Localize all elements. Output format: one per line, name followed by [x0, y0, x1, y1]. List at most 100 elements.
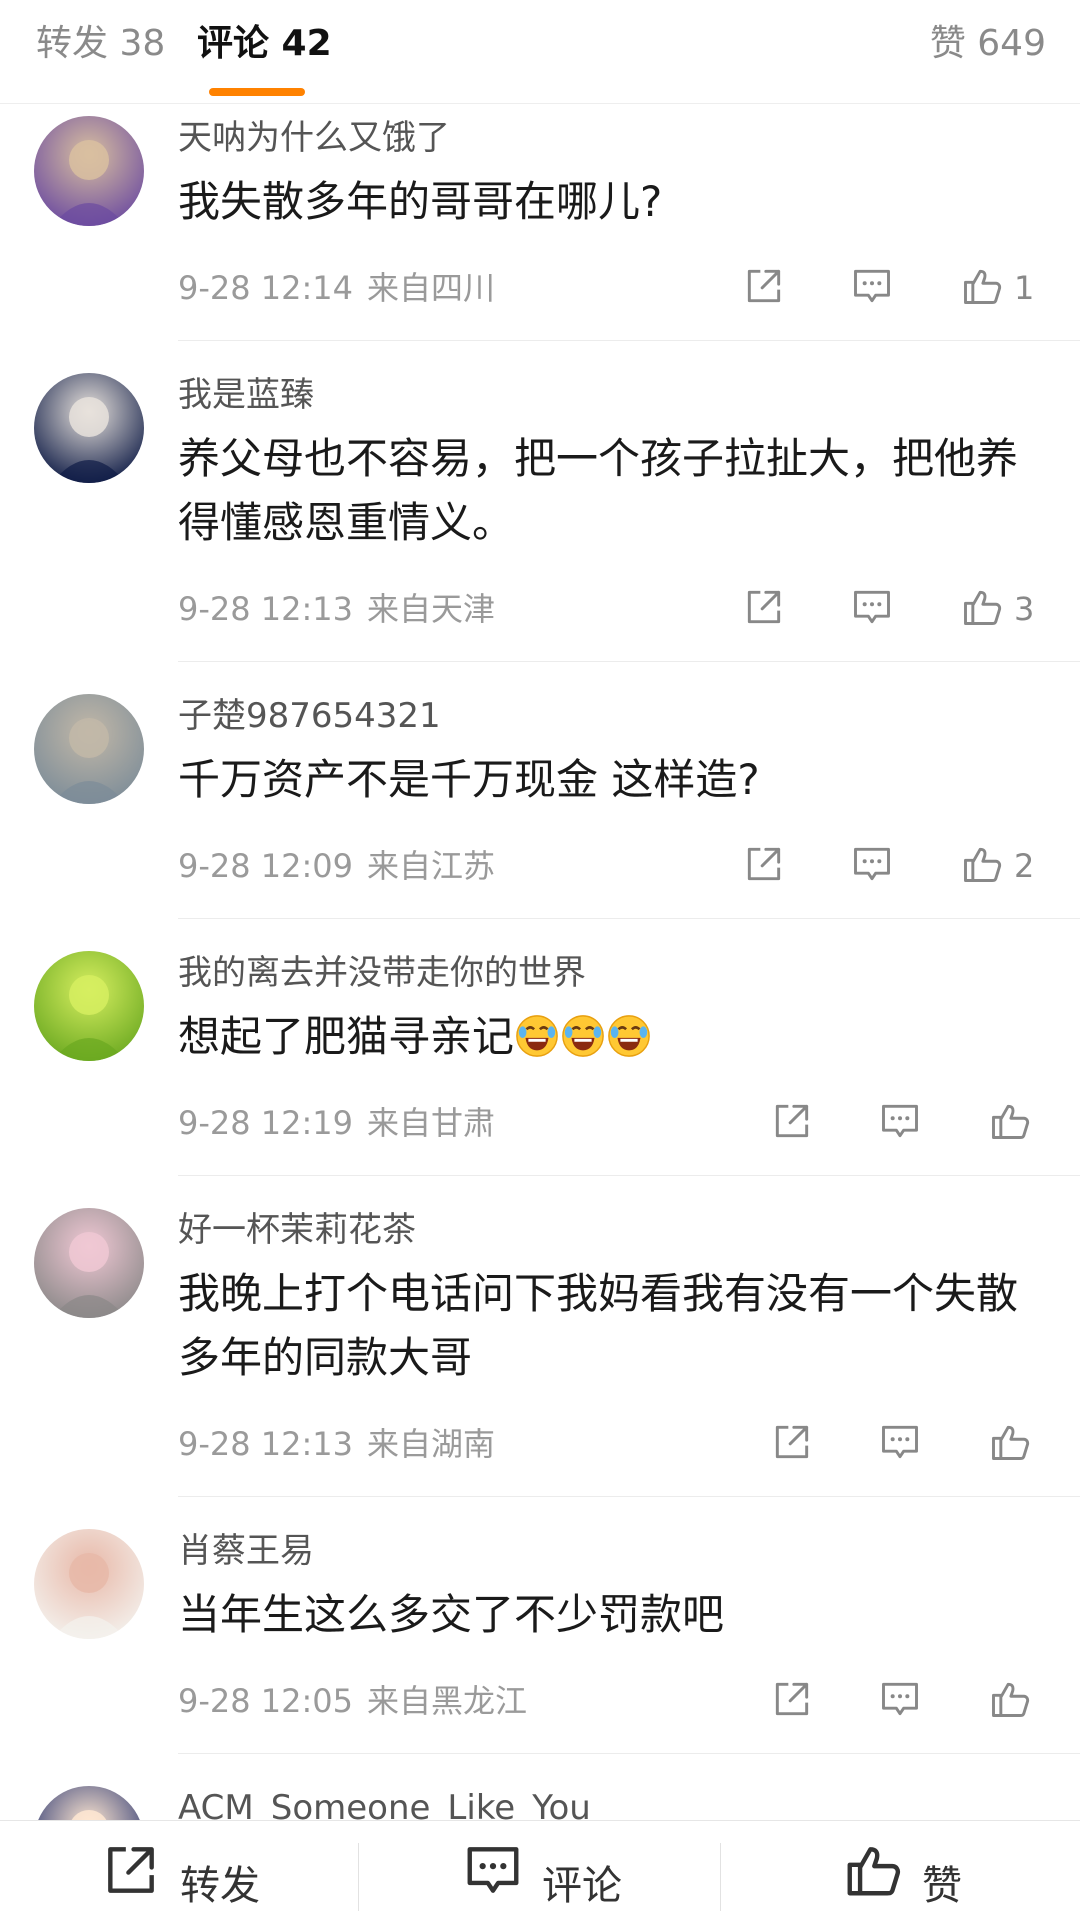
- reply-button[interactable]: [850, 583, 894, 635]
- avatar[interactable]: [34, 116, 144, 226]
- avatar[interactable]: [34, 1529, 144, 1639]
- comment-text-content: 当年生这么多交了不少罚款吧: [178, 1590, 725, 1639]
- comment-username[interactable]: 我的离去并没带走你的世界: [178, 951, 1044, 995]
- avatar[interactable]: [34, 373, 144, 483]
- share-button[interactable]: [770, 1097, 814, 1149]
- laugh-cry-emoji: [606, 1013, 652, 1059]
- laugh-cry-emoji: [560, 1013, 606, 1059]
- comment-meta: 9-28 12:14 来自四川 1: [178, 256, 1044, 320]
- comment-meta: 9-28 12:19 来自甘肃: [178, 1091, 1044, 1155]
- tab-like[interactable]: 赞 649: [930, 18, 1046, 70]
- toolbar-divider: [720, 1843, 721, 1911]
- tab-comment[interactable]: 评论 42: [197, 18, 332, 70]
- avatar[interactable]: [34, 951, 144, 1061]
- comment-item[interactable]: 天呐为什么又饿了我失散多年的哥哥在哪儿? 9-28 12:14 来自四川 1: [0, 104, 1080, 361]
- comment-icon: [467, 1847, 519, 1893]
- comment-icon: [878, 1420, 922, 1468]
- comment-timestamp: 9-28 12:13: [178, 1425, 354, 1463]
- avatar[interactable]: [34, 1208, 144, 1318]
- comment-label: 评论: [542, 1863, 622, 1909]
- comment-location: 来自甘肃: [367, 1104, 496, 1142]
- thumbs-up-icon: [988, 1677, 1032, 1725]
- comment-text: 当年生这么多交了不少罚款吧: [178, 1583, 1044, 1647]
- toolbar-divider: [358, 1843, 359, 1911]
- share-button[interactable]: [770, 1418, 814, 1470]
- comment-item[interactable]: 我是蓝臻养父母也不容易，把一个孩子拉扯大，把他养得懂感恩重情义。 9-28 12:…: [0, 361, 1080, 682]
- comment-item[interactable]: 好一杯茉莉花茶我晚上打个电话问下我妈看我有没有一个失散多年的同款大哥 9-28 1…: [0, 1196, 1080, 1517]
- comment-username[interactable]: ACM_Someone_Like_You: [178, 1786, 1044, 1820]
- like-button[interactable]: 赞: [842, 1833, 962, 1911]
- comment-text-content: 我失散多年的哥哥在哪儿?: [178, 177, 663, 226]
- like-button[interactable]: 3: [960, 583, 1038, 635]
- like-button[interactable]: 1: [960, 262, 1038, 314]
- comment-text: 千万资产不是千万现金 这样造?: [178, 748, 1044, 812]
- like-count: 3: [1014, 590, 1035, 628]
- like-button[interactable]: [988, 1418, 1032, 1470]
- reply-button[interactable]: [878, 1418, 922, 1470]
- comment-username[interactable]: 天呐为什么又饿了: [178, 116, 1044, 160]
- like-count: 2: [1014, 847, 1035, 885]
- comment-text-content: 养父母也不容易，把一个孩子拉扯大，把他养得懂感恩重情义。: [178, 434, 1019, 547]
- like-button[interactable]: [988, 1097, 1032, 1149]
- share-icon: [770, 1099, 814, 1147]
- comment-icon: [850, 585, 894, 633]
- comment-item[interactable]: ACM_Someone_Like_You就喜欢这种大团圆: [0, 1774, 1080, 1820]
- comment-item[interactable]: 肖蔡王易当年生这么多交了不少罚款吧 9-28 12:05 来自黑龙江: [0, 1517, 1080, 1774]
- like-button[interactable]: [988, 1675, 1032, 1727]
- comment-text: 想起了肥猫寻亲记: [178, 1005, 1044, 1069]
- share-button[interactable]: [742, 840, 786, 892]
- tab-bar: 转发 38 评论 42 赞 649: [0, 0, 1080, 104]
- repost-button[interactable]: 转发: [100, 1833, 260, 1911]
- active-tab-indicator: [209, 88, 305, 96]
- tab-repost[interactable]: 转发 38: [36, 18, 165, 70]
- thumbs-up-icon: [847, 1847, 901, 1896]
- comment-button[interactable]: 评论: [462, 1833, 622, 1911]
- comment-text: 养父母也不容易，把一个孩子拉扯大，把他养得懂感恩重情义。: [178, 427, 1044, 555]
- reply-button[interactable]: [850, 840, 894, 892]
- comment-text: 我晚上打个电话问下我妈看我有没有一个失散多年的同款大哥: [178, 1262, 1044, 1390]
- share-button[interactable]: [742, 583, 786, 635]
- comment-username[interactable]: 子楚987654321: [178, 694, 1044, 738]
- reply-button[interactable]: [878, 1097, 922, 1149]
- reply-button[interactable]: [878, 1675, 922, 1727]
- comment-text-content: 我晚上打个电话问下我妈看我有没有一个失散多年的同款大哥: [178, 1269, 1019, 1382]
- comment-meta: 9-28 12:09 来自江苏 2: [178, 834, 1044, 898]
- comment-text: 我失散多年的哥哥在哪儿?: [178, 170, 1044, 234]
- thumbs-up-icon: [988, 1420, 1032, 1468]
- comment-location: 来自黑龙江: [367, 1682, 528, 1720]
- share-icon: [742, 585, 786, 633]
- reply-button[interactable]: [850, 262, 894, 314]
- share-icon: [770, 1420, 814, 1468]
- share-icon: [742, 264, 786, 312]
- comment-meta: 9-28 12:05 来自黑龙江: [178, 1669, 1044, 1733]
- bottom-toolbar: 转发 评论 赞: [0, 1820, 1080, 1911]
- comment-icon: [878, 1099, 922, 1147]
- comment-username[interactable]: 肖蔡王易: [178, 1529, 1044, 1573]
- comment-username[interactable]: 我是蓝臻: [178, 373, 1044, 417]
- comment-location: 来自天津: [367, 590, 496, 628]
- comment-icon: [878, 1677, 922, 1725]
- comment-item[interactable]: 我的离去并没带走你的世界想起了肥猫寻亲记 9-28 12:19 来自甘肃: [0, 939, 1080, 1196]
- avatar[interactable]: [34, 694, 144, 804]
- comment-timestamp: 9-28 12:14: [178, 269, 354, 307]
- comment-text-content: 千万资产不是千万现金 这样造?: [178, 755, 760, 804]
- share-icon: [770, 1677, 814, 1725]
- comment-list[interactable]: 天呐为什么又饿了我失散多年的哥哥在哪儿? 9-28 12:14 来自四川 1 我是蓝臻养…: [0, 104, 1080, 1820]
- comment-timestamp: 9-28 12:13: [178, 590, 354, 628]
- share-button[interactable]: [770, 1675, 814, 1727]
- comment-item[interactable]: 子楚987654321 千万资产不是千万现金 这样造? 9-28 12:09 来自江苏…: [0, 682, 1080, 939]
- comment-username[interactable]: 好一杯茉莉花茶: [178, 1208, 1044, 1252]
- comment-timestamp: 9-28 12:09: [178, 847, 354, 885]
- comment-location: 来自江苏: [367, 847, 496, 885]
- comment-location: 来自四川: [367, 269, 496, 307]
- share-icon: [108, 1847, 154, 1893]
- share-button[interactable]: [742, 262, 786, 314]
- share-icon: [742, 842, 786, 890]
- thumbs-up-icon: [960, 842, 1004, 890]
- like-button[interactable]: 2: [960, 840, 1038, 892]
- comment-icon: [850, 842, 894, 890]
- like-label: 赞: [922, 1863, 962, 1909]
- laugh-cry-emoji: [514, 1013, 560, 1059]
- avatar[interactable]: [34, 1786, 144, 1820]
- comment-timestamp: 9-28 12:19: [178, 1104, 354, 1142]
